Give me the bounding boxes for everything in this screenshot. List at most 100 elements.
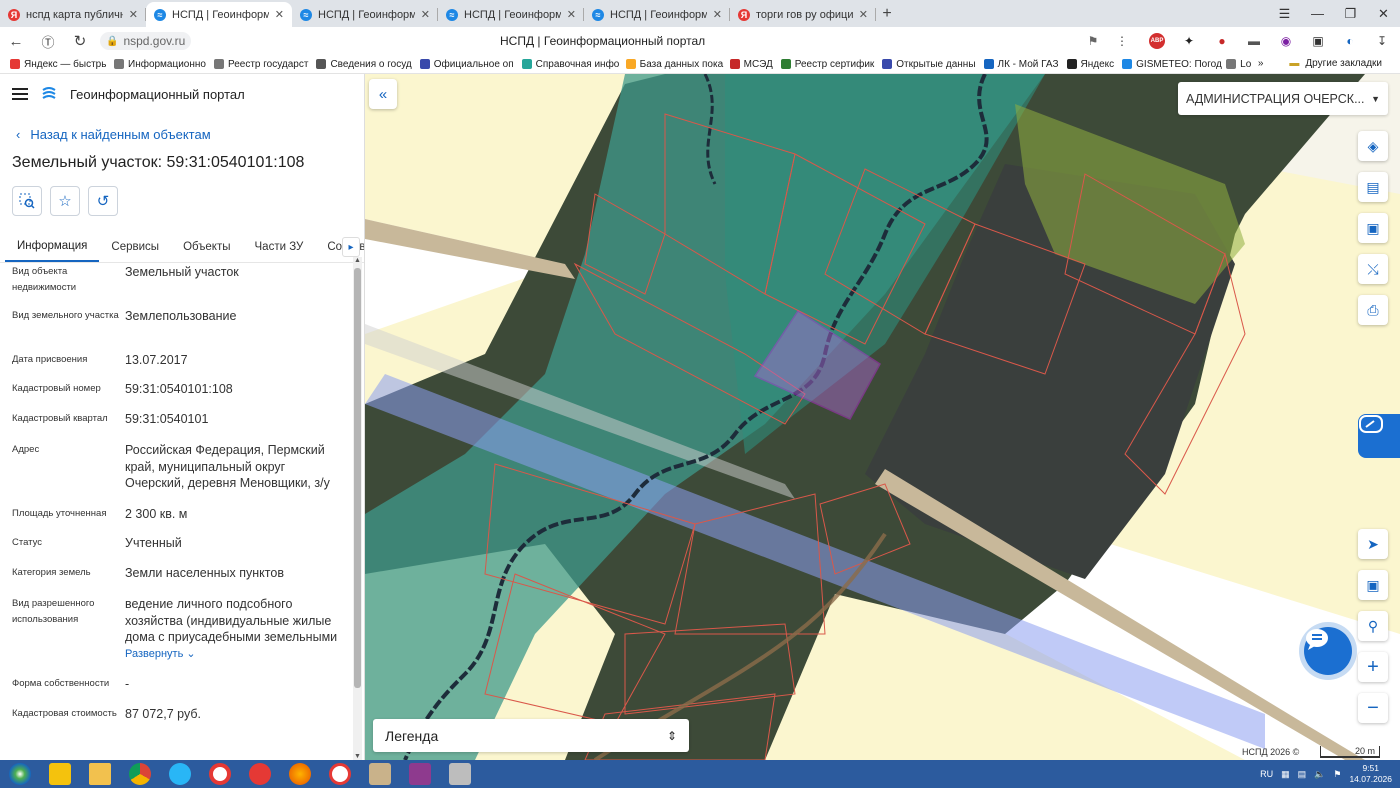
download-icon[interactable]: ↧	[1371, 30, 1393, 52]
yandex-browser-icon[interactable]	[240, 760, 280, 788]
zoom-in-button[interactable]: +	[1358, 652, 1388, 682]
back-arrow-icon[interactable]: ←	[0, 27, 32, 55]
bookmark-item[interactable]: Информационно	[114, 59, 214, 70]
share-button[interactable]: ⤯	[1358, 254, 1388, 284]
chevron-down-icon: ⌄	[186, 647, 196, 660]
map-canvas[interactable]	[365, 74, 1400, 760]
tray-app-icon[interactable]: ▦	[1281, 769, 1290, 780]
geolocate-button[interactable]: ➤	[1358, 529, 1388, 559]
history-button[interactable]: ↺	[88, 186, 118, 216]
url-field[interactable]: 🔒 nspd.gov.ru	[100, 32, 192, 50]
extension-icon[interactable]: ▣	[1307, 30, 1329, 52]
chat-button[interactable]	[1304, 627, 1352, 675]
volume-icon[interactable]: 🔈	[1314, 769, 1325, 780]
yandex-icon[interactable]	[320, 760, 360, 788]
close-tab-icon[interactable]: ✕	[421, 8, 430, 21]
panel-tab[interactable]: Части ЗУ	[243, 232, 316, 262]
region-select[interactable]: АДМИНИСТРАЦИЯ ОЧЕРСК... ▼	[1178, 82, 1388, 115]
expand-link[interactable]: Развернуть ⌄	[125, 647, 345, 660]
start-button[interactable]	[0, 760, 40, 788]
menu-dots-icon[interactable]: ⋮	[1111, 30, 1133, 52]
bookmark-item[interactable]: Официальное оп	[419, 59, 522, 70]
close-window-icon[interactable]: ✕	[1367, 0, 1400, 27]
layers-button[interactable]: ◈	[1358, 131, 1388, 161]
restore-icon[interactable]: ❐	[1334, 0, 1367, 27]
winrar-icon[interactable]	[400, 760, 440, 788]
bookmark-item[interactable]: Сведения о госуд	[316, 59, 419, 70]
bookmark-item[interactable]: Реестр сертифик	[780, 59, 883, 70]
explorer-icon[interactable]	[80, 760, 120, 788]
close-tab-icon[interactable]: ✕	[275, 8, 284, 21]
close-tab-icon[interactable]: ✕	[713, 8, 722, 21]
close-tab-icon[interactable]: ✕	[129, 8, 138, 21]
minimap-button[interactable]: ▣	[1358, 570, 1388, 600]
chrome-icon[interactable]	[120, 760, 160, 788]
bookmark-item[interactable]: Яндекс	[1066, 59, 1123, 70]
extension-icon[interactable]: ◉	[1275, 30, 1297, 52]
panel-tab[interactable]: Объекты	[171, 232, 242, 262]
bookmark-item[interactable]: GISMETEO: Погод	[1122, 59, 1226, 70]
minimize-icon[interactable]: —	[1301, 0, 1334, 27]
bookmark-flag-icon[interactable]: ⚑	[1082, 30, 1104, 52]
yandex-home-icon[interactable]: Ⓣ	[32, 27, 64, 55]
locate-on-map-button[interactable]	[12, 186, 42, 216]
side-panel-tab[interactable]	[1358, 414, 1400, 458]
browser-tab[interactable]: Я нспд карта публичная кар ✕	[0, 2, 146, 27]
select-area-button[interactable]: ▣	[1358, 213, 1388, 243]
bookmark-item[interactable]: МСЭД	[729, 59, 781, 70]
browser-tab[interactable]: ≈ НСПД | Геоинформацио ✕	[146, 2, 292, 27]
browser-tab[interactable]: Я торги гов ру официальны ✕	[730, 2, 876, 27]
close-tab-icon[interactable]: ✕	[567, 8, 576, 21]
tabs-scroll-right-button[interactable]: ▸	[342, 237, 360, 257]
menu-icon[interactable]	[12, 88, 28, 100]
adblock-icon[interactable]: ABP	[1146, 30, 1168, 52]
taskbar-app-icon[interactable]	[360, 760, 400, 788]
collapse-panel-button[interactable]: «	[369, 79, 397, 109]
zoom-out-button[interactable]: −	[1358, 693, 1388, 723]
back-to-results-link[interactable]: ‹ Назад к найденным объектам	[16, 127, 364, 142]
panel-scrollbar[interactable]: ▲ ▼	[353, 257, 362, 760]
browser-tab[interactable]: ≈ НСПД | Геоинформацион ✕	[292, 2, 438, 27]
other-bookmarks[interactable]: » ▬ Другие закладки	[1258, 58, 1382, 69]
bookmark-item[interactable]: Реестр государст	[213, 59, 316, 70]
bookmark-item[interactable]: Яндекс — быстрь	[10, 59, 114, 70]
bookmark-item[interactable]: Справочная инфо	[521, 59, 626, 70]
favorite-button[interactable]: ☆	[50, 186, 80, 216]
scroll-down-icon[interactable]: ▼	[353, 753, 362, 760]
bookmark-item[interactable]: ЛК - Мой ГАЗ	[983, 59, 1067, 70]
scroll-up-icon[interactable]: ▲	[353, 257, 362, 264]
extension-icon[interactable]: ◐	[1339, 30, 1361, 52]
measure-button[interactable]: ▤	[1358, 172, 1388, 202]
language-indicator[interactable]: RU	[1260, 769, 1273, 779]
clock[interactable]: 9:51 14.07.2026	[1349, 763, 1392, 785]
close-tab-icon[interactable]: ✕	[859, 8, 868, 21]
extension-icon[interactable]: ▬	[1243, 30, 1265, 52]
extension-icon[interactable]: ✦	[1178, 30, 1200, 52]
bookmark-item[interactable]: Lo	[1226, 59, 1256, 70]
bookmarks-overflow-button[interactable]: »	[1258, 58, 1264, 69]
panel-tab[interactable]: Сервисы	[99, 232, 171, 262]
ie-icon[interactable]	[160, 760, 200, 788]
taskbar-app-icon[interactable]	[40, 760, 80, 788]
bookmark-item[interactable]: База данных пока	[625, 59, 730, 70]
browser-menu-icon[interactable]: ☰	[1268, 0, 1301, 27]
firefox-icon[interactable]	[280, 760, 320, 788]
bookmark-favicon-icon	[10, 59, 20, 69]
browser-tab[interactable]: ≈ НСПД | Геоинформацион ✕	[584, 2, 730, 27]
browser-tab[interactable]: ≈ НСПД | Геоинформацион ✕	[438, 2, 584, 27]
print-button[interactable]: ⎙	[1358, 295, 1388, 325]
legend-toggle[interactable]: Легенда ⇕	[373, 719, 689, 752]
new-tab-button[interactable]: +	[876, 3, 898, 25]
search-map-button[interactable]: ⚲	[1358, 611, 1388, 641]
extension-icon[interactable]: ●	[1211, 30, 1233, 52]
scrollbar-thumb[interactable]	[354, 268, 361, 688]
map-view[interactable]: « АДМИНИСТРАЦИЯ ОЧЕРСК... ▼ ◈ ▤ ▣ ⤯ ⎙ ➤ …	[365, 74, 1400, 760]
panel-tab[interactable]: Информация	[5, 232, 100, 262]
reload-icon[interactable]: ↻	[64, 27, 96, 55]
taskbar-app-icon[interactable]	[440, 760, 480, 788]
app-title: Геоинформационный портал	[70, 86, 245, 102]
opera-icon[interactable]	[200, 760, 240, 788]
action-center-icon[interactable]: ⚑	[1333, 769, 1341, 780]
bookmark-item[interactable]: Открытые данны	[882, 59, 983, 70]
network-icon[interactable]: ▤	[1298, 769, 1307, 780]
